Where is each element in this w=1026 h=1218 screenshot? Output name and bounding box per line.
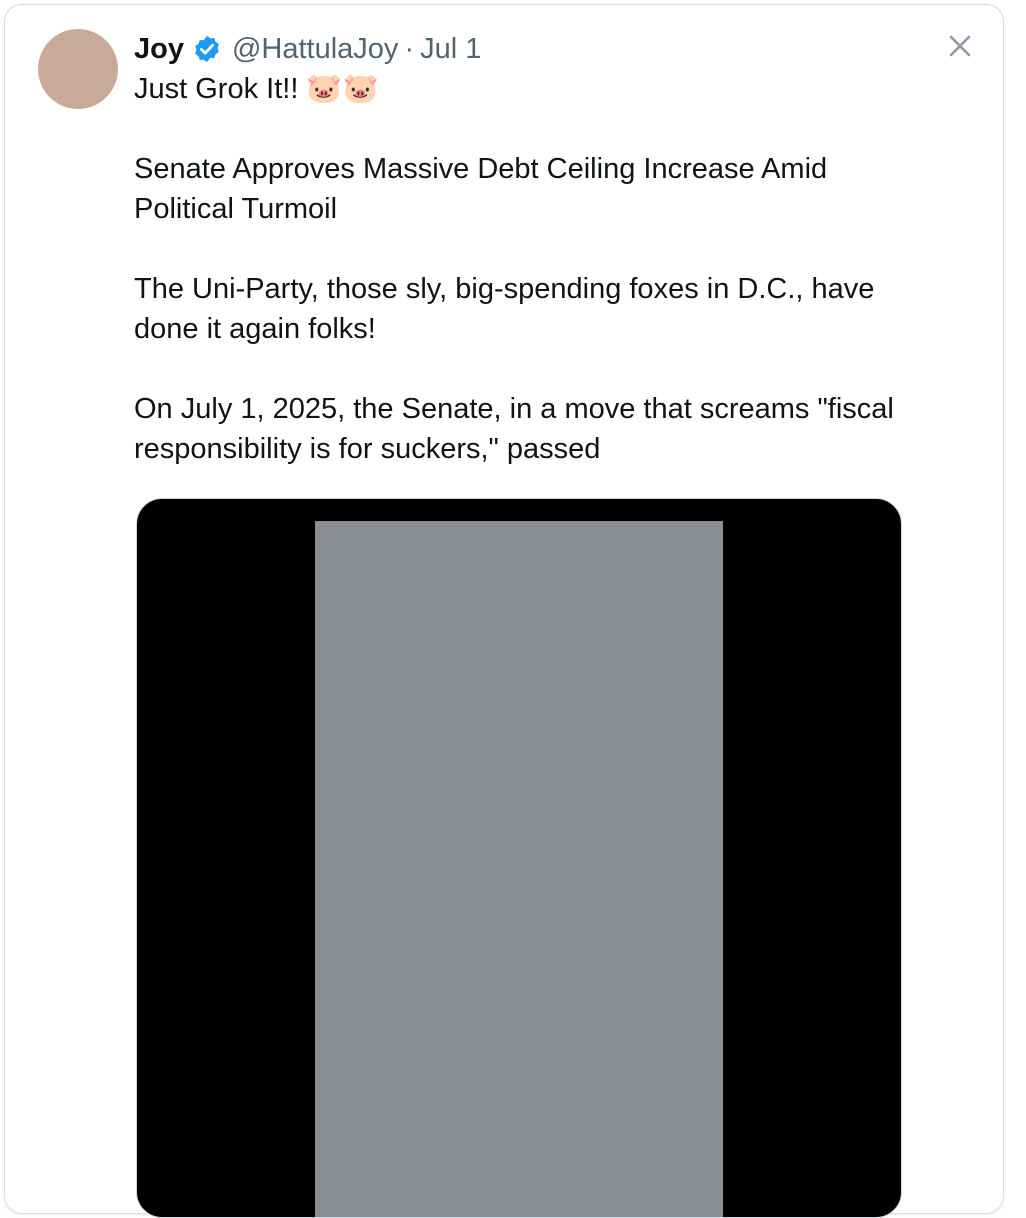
- author-name[interactable]: Joy: [134, 33, 184, 66]
- author-handle[interactable]: @HattulaJoy: [232, 33, 398, 66]
- close-icon: [949, 35, 971, 57]
- verified-badge-icon: [195, 35, 219, 63]
- tweet-media[interactable]: [136, 498, 902, 1218]
- tweet-card: Joy @HattulaJoy · Jul 1 Just Grok It!! 🐷…: [4, 4, 1004, 1218]
- tweet-header: Joy @HattulaJoy · Jul 1: [134, 29, 914, 69]
- tweet-content: Joy @HattulaJoy · Jul 1 Just Grok It!! 🐷…: [134, 29, 914, 469]
- close-button[interactable]: [943, 29, 977, 63]
- tweet-line-4: On July 1, 2025, the Senate, in a move t…: [134, 393, 894, 465]
- tweet-text: Just Grok It!! 🐷🐷 Senate Approves Massiv…: [134, 69, 914, 469]
- separator-dot: ·: [404, 32, 415, 65]
- tweet-line-2: Senate Approves Massive Debt Ceiling Inc…: [134, 153, 828, 225]
- media-placeholder: [315, 521, 723, 1217]
- avatar[interactable]: [38, 29, 118, 109]
- tweet-date[interactable]: Jul 1: [420, 33, 481, 66]
- tweet-line-1: Just Grok It!! 🐷🐷: [134, 73, 379, 105]
- tweet-line-3: The Uni-Party, those sly, big-spending f…: [134, 273, 875, 345]
